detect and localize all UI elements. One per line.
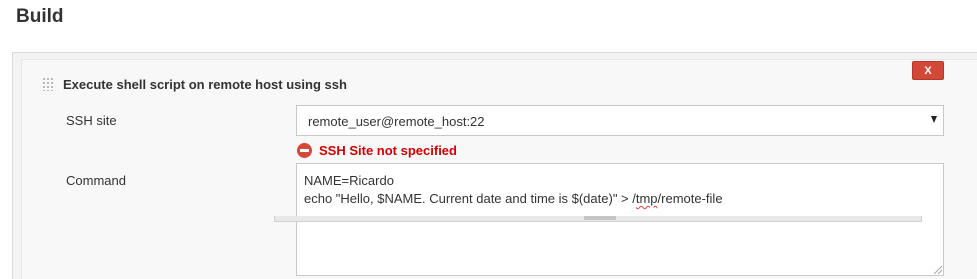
ssh-site-label: SSH site — [66, 113, 117, 128]
minus-circle-icon — [297, 142, 312, 158]
delete-step-button[interactable]: X — [912, 61, 944, 80]
drag-handle-icon[interactable] — [42, 77, 54, 91]
ssh-site-error-text: SSH Site not specified — [319, 142, 457, 158]
command-line-2: echo "Hello, $NAME. Current date and tim… — [304, 191, 723, 206]
resize-corner-icon[interactable] — [934, 266, 942, 274]
ssh-site-selected-value: remote_user@remote_host:22 — [308, 114, 485, 129]
dropdown-arrow-icon — [931, 116, 937, 123]
ssh-site-error: SSH Site not specified — [297, 142, 457, 158]
build-step-panel: Execute shell script on remote host usin… — [12, 52, 977, 279]
command-line-2-end: /remote-file — [657, 191, 723, 206]
section-title-build: Build — [16, 6, 64, 27]
build-step-title: Execute shell script on remote host usin… — [63, 77, 347, 92]
spellcheck-underlined-word: tmp — [635, 191, 658, 206]
command-line-2-start: echo "Hello, $NAME. Current date and tim… — [304, 191, 636, 206]
command-label: Command — [66, 173, 126, 188]
build-step-body: Execute shell script on remote host usin… — [21, 59, 977, 279]
ssh-site-select[interactable]: remote_user@remote_host:22 — [296, 105, 944, 136]
textarea-resize-grip[interactable] — [584, 216, 616, 220]
command-line-1: NAME=Ricardo — [304, 173, 394, 188]
